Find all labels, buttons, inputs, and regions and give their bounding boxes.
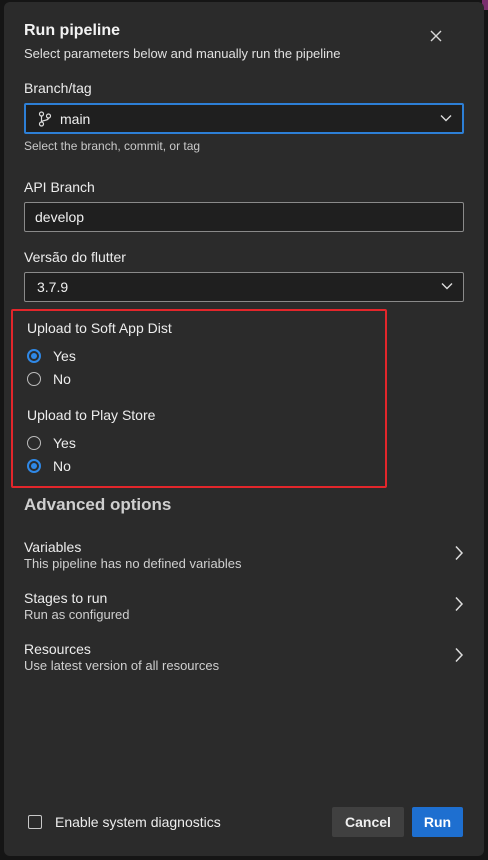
play-store-label: Upload to Play Store xyxy=(27,407,156,423)
chevron-right-icon xyxy=(455,647,464,663)
soft-app-dist-label: Upload to Soft App Dist xyxy=(27,320,172,336)
variables-option[interactable]: Variables This pipeline has no defined v… xyxy=(24,539,464,581)
resources-option[interactable]: Resources Use latest version of all reso… xyxy=(24,641,464,683)
branch-help-text: Select the branch, commit, or tag xyxy=(24,139,201,153)
cancel-button[interactable]: Cancel xyxy=(332,807,404,837)
option-title: Stages to run xyxy=(24,590,108,606)
close-icon[interactable] xyxy=(428,28,444,44)
flutter-version-value: 3.7.9 xyxy=(37,279,69,295)
radio-label: No xyxy=(53,371,71,387)
soft-app-dist-no-option[interactable]: No xyxy=(27,371,71,387)
diagnostics-checkbox[interactable] xyxy=(28,815,42,829)
flutter-version-label: Versão do flutter xyxy=(24,249,126,265)
run-pipeline-dialog: Run pipeline Select parameters below and… xyxy=(4,2,484,856)
play-store-yes-option[interactable]: Yes xyxy=(27,435,76,451)
option-subtitle: This pipeline has no defined variables xyxy=(24,556,242,571)
chevron-down-icon xyxy=(440,115,452,122)
chevron-right-icon xyxy=(455,596,464,612)
system-diagnostics-toggle[interactable]: Enable system diagnostics xyxy=(28,814,221,830)
radio-button[interactable] xyxy=(27,436,41,450)
advanced-options-heading: Advanced options xyxy=(24,495,172,514)
option-title: Resources xyxy=(24,641,91,657)
api-branch-input[interactable] xyxy=(25,209,463,225)
flutter-version-select[interactable]: 3.7.9 xyxy=(24,272,464,302)
radio-label: No xyxy=(53,458,71,474)
play-store-no-option[interactable]: No xyxy=(27,458,71,474)
stages-to-run-option[interactable]: Stages to run Run as configured xyxy=(24,590,464,632)
branch-value: main xyxy=(60,110,91,127)
dialog-title: Run pipeline xyxy=(24,22,120,39)
dialog-subtitle: Select parameters below and manually run… xyxy=(24,46,341,61)
branch-select[interactable]: main xyxy=(24,103,464,134)
branch-label: Branch/tag xyxy=(24,80,92,96)
api-branch-field[interactable] xyxy=(24,202,464,232)
chevron-down-icon xyxy=(441,283,453,290)
run-button[interactable]: Run xyxy=(412,807,463,837)
option-subtitle: Run as configured xyxy=(24,607,130,622)
option-subtitle: Use latest version of all resources xyxy=(24,658,220,673)
api-branch-label: API Branch xyxy=(24,179,95,195)
radio-button-selected[interactable] xyxy=(27,459,41,473)
radio-button-selected[interactable] xyxy=(27,349,41,363)
radio-label: Yes xyxy=(53,348,76,364)
soft-app-dist-yes-option[interactable]: Yes xyxy=(27,348,76,364)
option-title: Variables xyxy=(24,539,82,555)
radio-button[interactable] xyxy=(27,372,41,386)
diagnostics-label: Enable system diagnostics xyxy=(55,814,221,830)
radio-label: Yes xyxy=(53,435,76,451)
chevron-right-icon xyxy=(455,545,464,561)
git-branch-icon xyxy=(38,110,52,127)
